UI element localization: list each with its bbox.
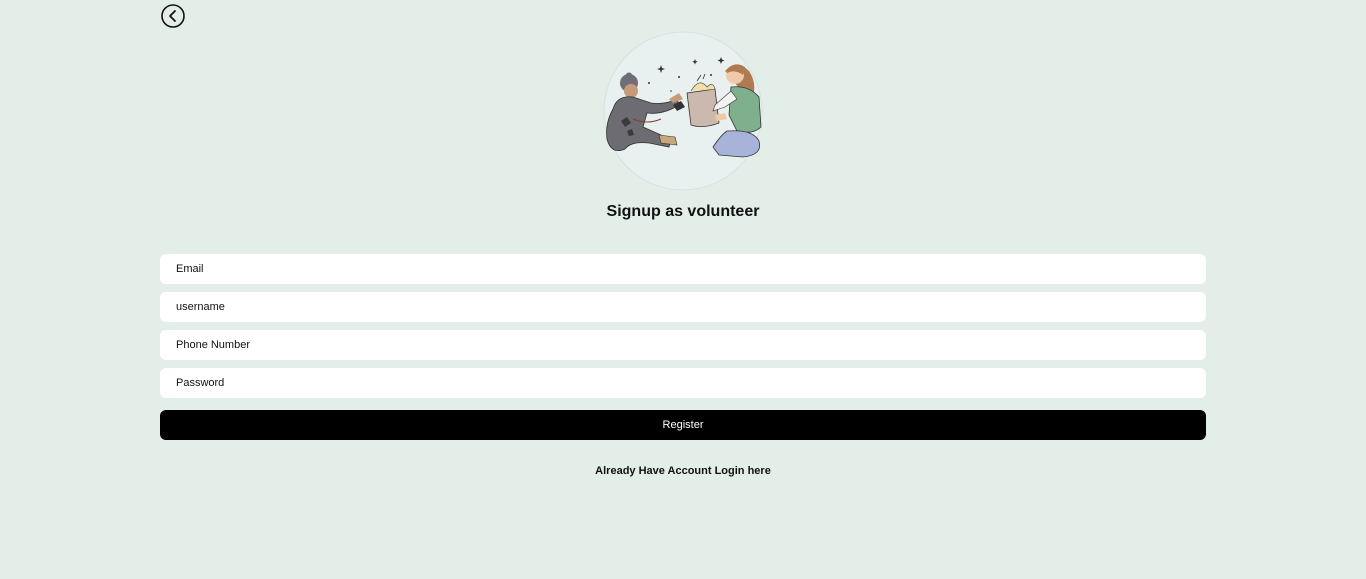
login-link[interactable]: Already Have Account Login here [0, 464, 1366, 478]
volunteer-illustration [603, 31, 763, 191]
page-title: Signup as volunteer [606, 203, 760, 220]
username-input[interactable] [160, 292, 1206, 322]
phone-number-input[interactable] [160, 330, 1206, 360]
email-input[interactable] [160, 254, 1206, 284]
signup-page: Signup as volunteer Register Already Hav… [0, 0, 1366, 579]
register-button[interactable]: Register [160, 410, 1206, 440]
password-input[interactable] [160, 368, 1206, 398]
back-arrow-icon[interactable] [160, 3, 186, 29]
